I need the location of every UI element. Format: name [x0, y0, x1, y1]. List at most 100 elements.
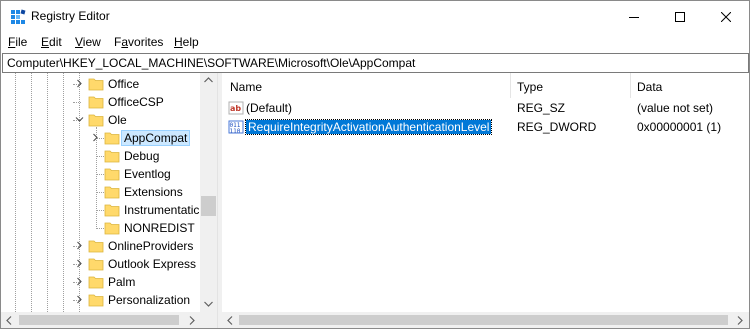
scroll-right-icon[interactable] [737, 316, 743, 325]
chevron-right-icon[interactable] [75, 259, 84, 268]
menu-help[interactable]: Help [174, 35, 199, 49]
scroll-left-icon[interactable] [227, 316, 233, 325]
value-name[interactable]: (Default) [246, 101, 292, 115]
menu-favorites[interactable]: Favorites [114, 35, 163, 49]
folder-icon [88, 96, 104, 109]
window-title: Registry Editor [31, 9, 110, 23]
menu-view[interactable]: View [75, 35, 101, 49]
folder-icon [88, 114, 104, 127]
address-path: Computer\HKEY_LOCAL_MACHINE\SOFTWARE\Mic… [7, 56, 416, 70]
menu-view-label: iew [82, 35, 101, 49]
value-data: 0x00000001 (1) [637, 120, 722, 134]
list-horizontal-scrollbar[interactable] [222, 312, 749, 328]
tree-item-palm[interactable]: Palm [1, 273, 200, 291]
column-name-label: Name [230, 80, 263, 94]
svg-text:ab: ab [230, 104, 241, 113]
tree-item-nonredist[interactable]: NONREDIST [1, 219, 200, 237]
folder-icon [104, 168, 120, 181]
close-button[interactable] [703, 1, 749, 32]
tree-hscroll-thumb[interactable] [19, 315, 179, 325]
column-header-type[interactable]: Type [511, 73, 630, 98]
value-type: REG_DWORD [517, 120, 597, 134]
tree-item-label: OnlineProviders [108, 239, 194, 253]
value-row[interactable]: 011 110 RequireIntegrityActivationAuthenti… [222, 118, 749, 136]
tree-guide [96, 210, 104, 211]
tree-item-officecsp[interactable]: OfficeCSP [1, 93, 200, 111]
value-data: (value not set) [637, 101, 714, 115]
maximize-button[interactable] [657, 1, 703, 32]
folder-icon [88, 294, 104, 307]
tree-scroll-thumb[interactable] [201, 196, 216, 216]
maximize-icon [675, 11, 685, 22]
folder-icon [88, 78, 104, 91]
value-type: REG_SZ [517, 101, 566, 115]
folder-icon [104, 150, 120, 163]
list-hscroll-thumb[interactable] [239, 315, 728, 325]
tree-item-appcompat[interactable]: AppCompat [1, 129, 200, 147]
value-row[interactable]: ab (Default) REG_SZ (value not set) [222, 99, 749, 117]
menu-favorites-label: vorites [128, 35, 164, 49]
tree-item-extensions[interactable]: Extensions [1, 183, 200, 201]
values-list[interactable]: Name Type Data ab (Default) REG_SZ (value n… [222, 73, 749, 312]
tree-item-label: Office [108, 77, 140, 91]
column-header-data[interactable]: Data [631, 73, 749, 98]
address-bar[interactable]: Computer\HKEY_LOCAL_MACHINE\SOFTWARE\Mic… [2, 53, 749, 73]
tree-item-label: Ole [108, 113, 127, 127]
column-data-label: Data [637, 80, 663, 94]
folder-icon [104, 204, 120, 217]
tree-horizontal-scrollbar[interactable] [1, 312, 200, 328]
tree-item-label: Palm [108, 275, 136, 289]
folder-icon [104, 222, 120, 235]
tree-guide [96, 228, 104, 229]
menu-file[interactable]: File [8, 35, 27, 49]
tree-item-outlook-express[interactable]: Outlook Express [1, 255, 200, 273]
tree-guide [96, 174, 104, 175]
tree-item-instrumentatic[interactable]: Instrumentatic [1, 201, 200, 219]
column-header-name[interactable]: Name [222, 73, 510, 98]
chevron-right-icon[interactable] [75, 79, 84, 88]
tree-item-debug[interactable]: Debug [1, 147, 200, 165]
scroll-down-icon[interactable] [204, 301, 213, 307]
tree-item-label: Instrumentatic [124, 203, 200, 217]
menu-edit[interactable]: Edit [41, 35, 62, 49]
chevron-right-icon[interactable] [75, 277, 84, 286]
tree-item-label: Personalization [108, 293, 191, 307]
chevron-right-icon[interactable] [75, 295, 84, 304]
folder-icon [88, 276, 104, 289]
column-type-label: Type [517, 80, 544, 94]
tree-item-eventlog[interactable]: Eventlog [1, 165, 200, 183]
tree-item-ole[interactable]: Ole [1, 111, 200, 129]
chevron-right-icon[interactable] [91, 133, 100, 142]
scroll-left-icon[interactable] [6, 316, 12, 325]
tree-item-onlineproviders[interactable]: OnlineProviders [1, 237, 200, 255]
registry-editor-window: Registry Editor File Edit View Favorites… [0, 0, 750, 329]
minimize-button[interactable] [611, 1, 657, 32]
tree-item-label: OfficeCSP [108, 95, 164, 109]
registry-editor-icon [10, 9, 26, 25]
folder-icon [88, 240, 104, 253]
key-tree[interactable]: Office OfficeCSP Ole AppCompat Debug Eventlog… [1, 73, 217, 328]
dword-value-icon: 011110 [228, 120, 244, 135]
tree-item-label: NONREDIST [124, 221, 195, 235]
svg-text:110: 110 [230, 128, 241, 135]
chevron-right-icon[interactable] [75, 241, 84, 250]
scroll-right-icon[interactable] [189, 316, 195, 325]
title-bar: Registry Editor [1, 1, 749, 32]
menu-help-accel: H [174, 35, 183, 49]
tree-vertical-scrollbar[interactable] [200, 73, 217, 312]
tree-item-personalization[interactable]: Personalization [1, 291, 200, 309]
minimize-icon [629, 16, 639, 18]
scrollbar-corner [200, 312, 217, 328]
menu-edit-label: dit [49, 35, 62, 49]
chevron-down-icon[interactable] [75, 115, 84, 124]
tree-item-label: Eventlog [124, 167, 171, 181]
close-icon [721, 11, 731, 22]
folder-icon [104, 132, 120, 145]
folder-icon [104, 186, 120, 199]
menu-edit-accel: E [41, 35, 50, 49]
tree-item-office[interactable]: Office [1, 75, 200, 93]
scroll-up-icon[interactable] [204, 77, 213, 83]
value-name[interactable]: RequireIntegrityActivationAuthentication… [244, 119, 493, 135]
folder-icon [88, 258, 104, 271]
tree-item-label: Outlook Express [108, 257, 197, 271]
